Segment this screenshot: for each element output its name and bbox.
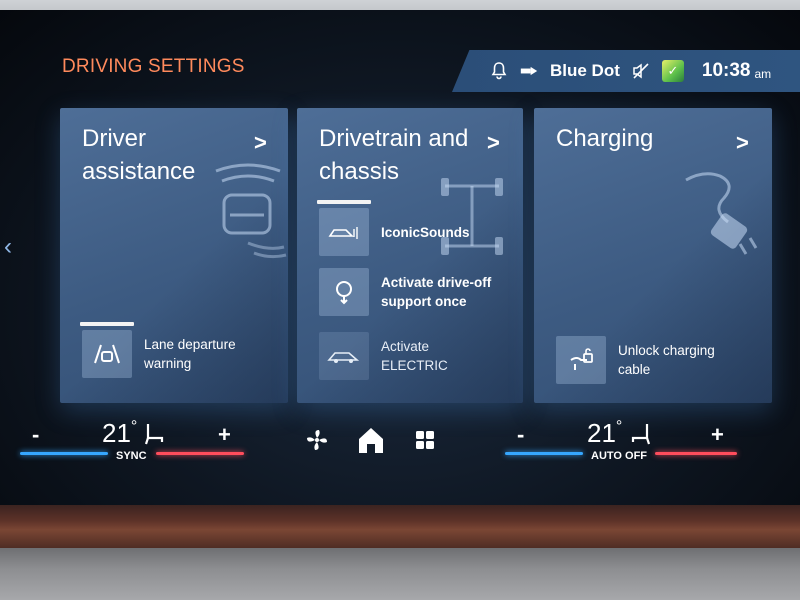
unlock-charging-cable-item[interactable]: Unlock charging cable [556,336,738,384]
item-label: Activate drive-off support once [381,275,492,309]
mute-icon[interactable] [632,62,650,80]
card-driver-assistance[interactable]: Driver assistance > Lane departure warni… [60,108,288,403]
card-drivetrain-chassis[interactable]: Drivetrain and chassis > IconicSounds Ac… [297,108,523,403]
chevron-right-icon: > [254,130,267,155]
status-bar: Blue Dot ✓ 10:38 am [452,50,800,92]
item-label: IconicSounds [381,224,470,240]
apps-grid-icon[interactable] [410,425,440,455]
temp-increase-button[interactable]: + [218,422,231,448]
sync-label[interactable]: SYNC [116,450,147,462]
bell-icon[interactable] [490,62,508,80]
connected-device-name[interactable]: Blue Dot [550,61,620,81]
lane-departure-warning-item[interactable]: Lane departure warning [80,322,254,378]
phone-battery-icon [520,62,538,80]
car-radar-icon [208,163,288,268]
climate-driver: - 21° SYNC + [20,418,245,478]
card-title: Charging [556,125,654,152]
cool-indicator [20,452,108,455]
dashboard-surface [0,548,800,600]
drive-off-support-item[interactable]: Activate drive-off support once [319,268,501,316]
temp-value[interactable]: 21° [587,418,622,449]
temp-increase-button[interactable]: + [711,422,724,448]
drive-off-icon [319,268,369,316]
heat-indicator [156,452,244,455]
charging-plug-icon [684,170,764,270]
chevron-right-icon: > [736,130,749,155]
temp-degree: ° [130,418,138,435]
item-label: Activate ELECTRIC [381,339,448,373]
clock-ampm: am [754,66,772,81]
infotainment-screen: DRIVING SETTINGS Blue Dot ✓ 10:38 am ‹ D… [0,10,800,510]
seat-heat-icon[interactable] [142,422,166,451]
car-sound-icon [317,200,371,256]
item-label: Lane departure warning [144,337,236,371]
temp-number: 21 [102,418,131,448]
chevron-left-icon[interactable]: ‹ [4,232,20,262]
fan-icon[interactable] [302,425,332,455]
cool-indicator [505,452,583,455]
temp-decrease-button[interactable]: - [32,422,39,448]
chevron-right-icon: > [487,130,500,155]
temp-number: 21 [587,418,616,448]
climate-passenger: - 21° AUTO OFF + [505,418,737,478]
iconic-sounds-item[interactable]: IconicSounds [317,200,470,256]
lane-departure-icon [80,322,134,378]
heat-indicator [655,452,737,455]
center-controls [298,420,448,460]
dashboard-trim [0,505,800,550]
item-label: Unlock charging cable [618,343,715,377]
unlock-cable-icon [556,336,606,384]
temp-decrease-button[interactable]: - [517,422,524,448]
electric-car-icon [319,332,369,380]
app-badge-icon[interactable]: ✓ [661,60,684,82]
temp-degree: ° [615,418,623,435]
page-title: DRIVING SETTINGS [62,56,245,77]
auto-off-label[interactable]: AUTO OFF [591,450,647,462]
card-charging[interactable]: Charging > Unlock charging cable [534,108,772,403]
home-icon[interactable] [356,425,386,455]
temp-value[interactable]: 21° [102,418,137,449]
activate-electric-item[interactable]: Activate ELECTRIC [319,332,471,380]
clock-time: 10:38 [701,60,751,81]
seat-heat-icon[interactable] [629,422,653,451]
